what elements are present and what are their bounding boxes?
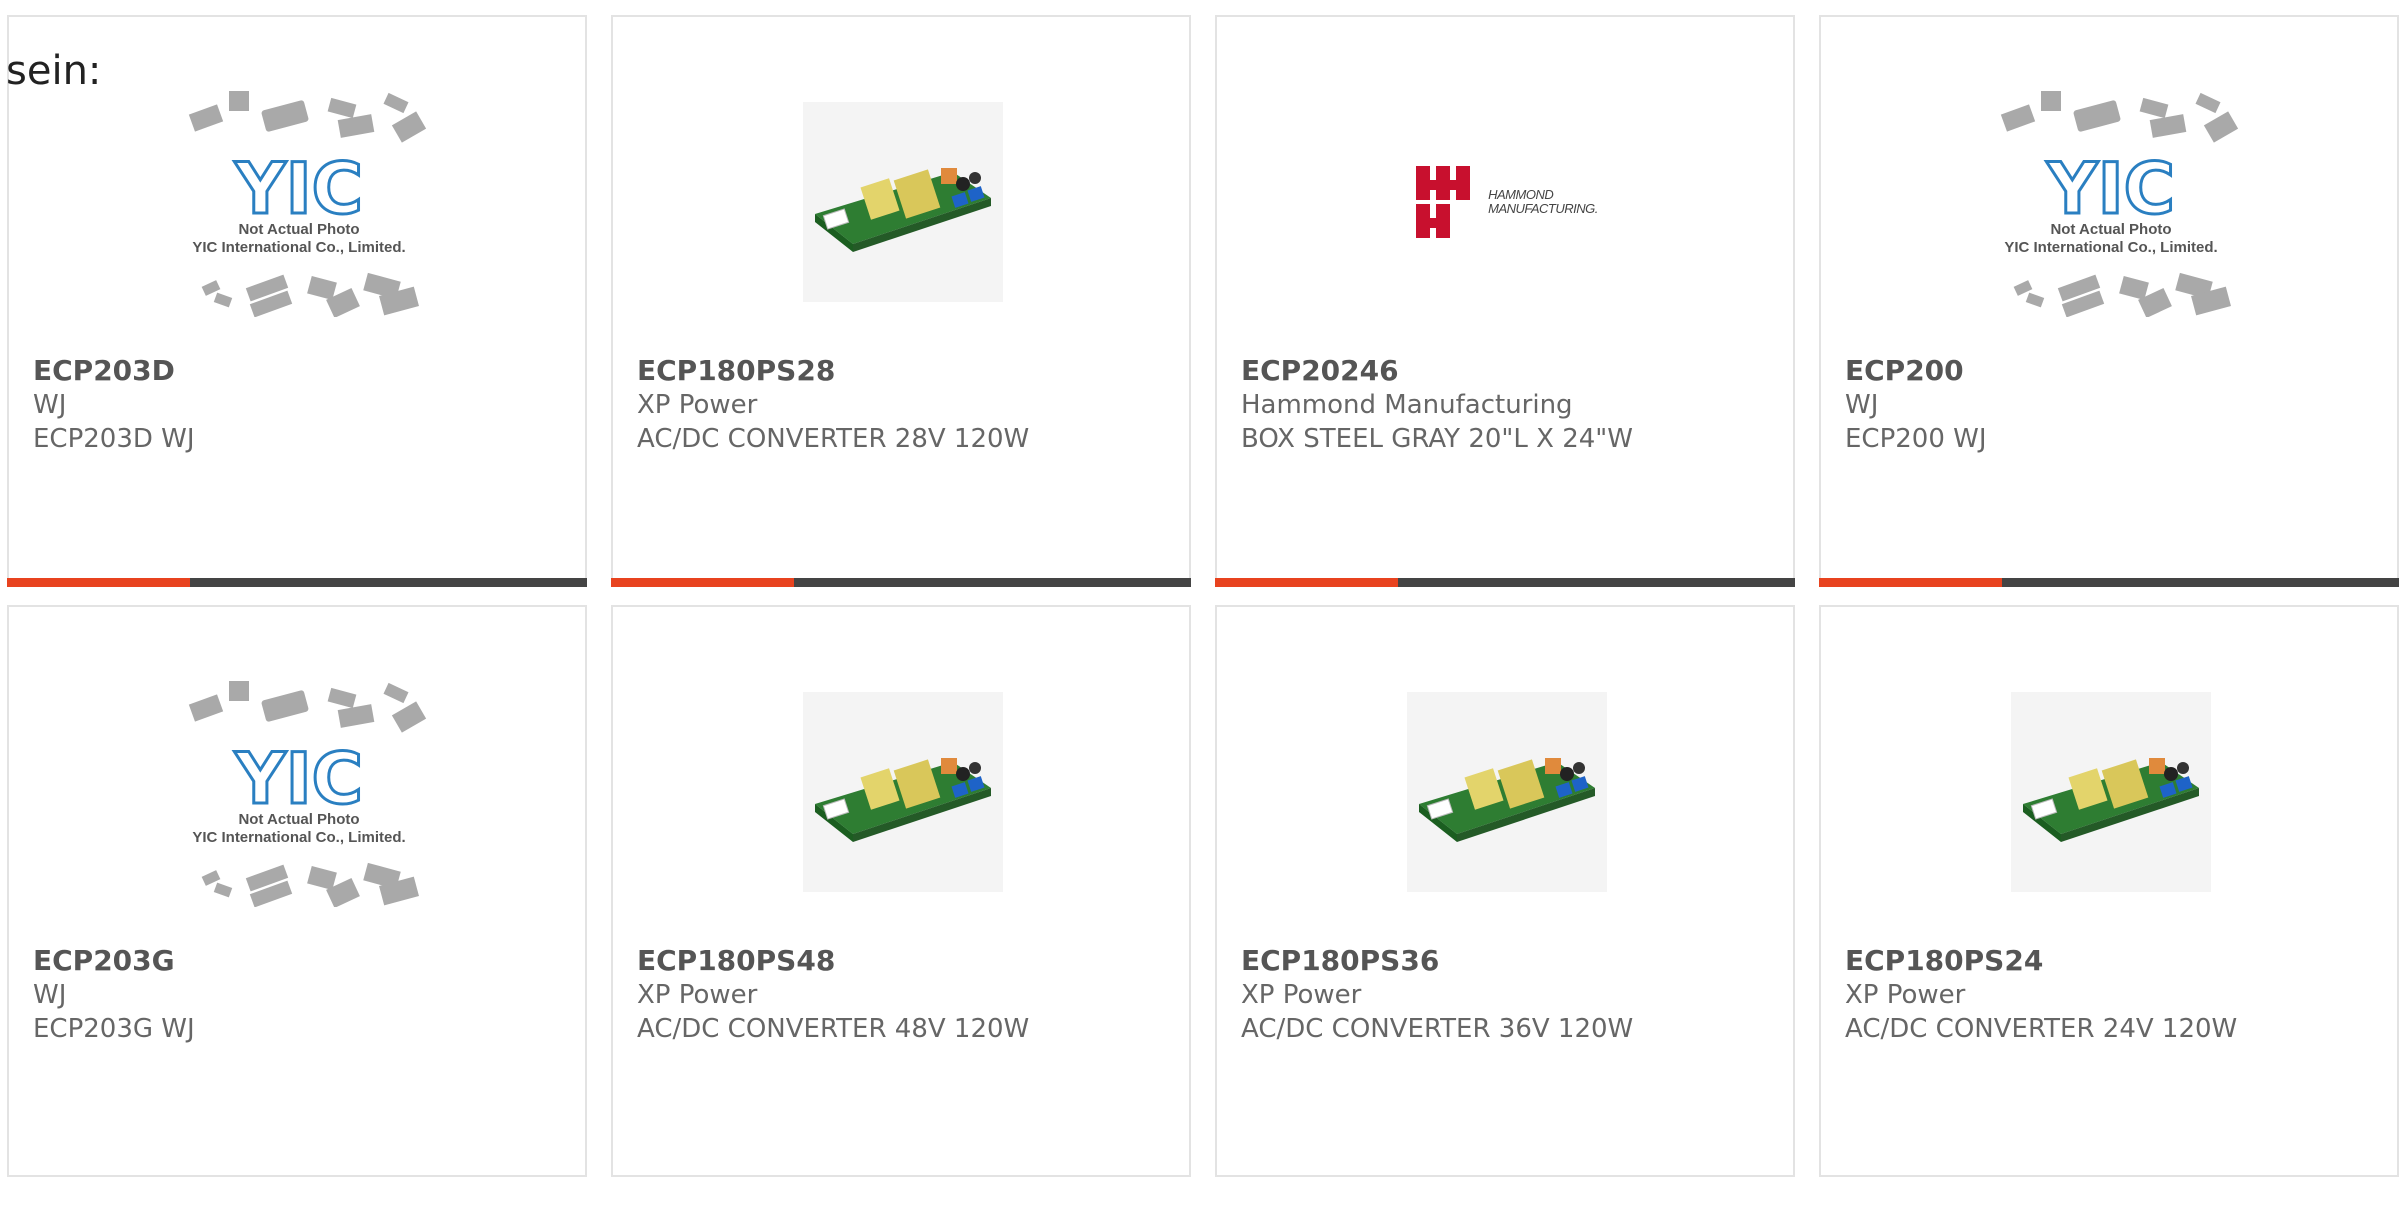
manufacturer: XP Power [1845,980,1966,1010]
description: ECP203G WJ [33,1014,195,1044]
product-image[interactable]: HAMMOND MANUFACTURING. [1367,87,1647,317]
card-accent-bar [1819,578,2399,587]
hammond-mark-icon [1416,166,1471,238]
power-supply-board-image [2011,692,2211,892]
product-card[interactable]: YIC Not Actual Photo YIC International C… [7,15,587,587]
product-image[interactable] [1367,677,1647,907]
description: AC/DC CONVERTER 28V 120W [637,424,1030,454]
description: ECP203D WJ [33,424,195,454]
not-actual-photo-label: Not Actual Photo [238,811,360,828]
power-supply-board-image [1407,692,1607,892]
product-card[interactable]: YIC Not Actual Photo YIC International C… [1819,15,2399,587]
card-accent-bar [1215,578,1795,587]
svg-text:YIC: YIC [234,738,363,820]
product-card[interactable]: HAMMOND MANUFACTURING. ECP20246 Hammond … [1215,15,1795,587]
product-card[interactable]: YIC Not Actual Photo YIC International C… [7,605,587,1177]
part-number[interactable]: ECP203G [33,944,573,978]
manufacturer: WJ [33,390,67,420]
yic-company-label: YIC International Co., Limited. [192,239,406,256]
description: AC/DC CONVERTER 24V 120W [1845,1014,2238,1044]
product-image[interactable] [763,677,1043,907]
manufacturer: XP Power [1241,980,1362,1010]
part-number[interactable]: ECP180PS48 [637,944,1177,978]
part-number[interactable]: ECP20246 [1241,354,1781,388]
part-number[interactable]: ECP203D [33,354,573,388]
hammond-logo-line2: MANUFACTURING. [1488,201,1598,216]
yic-company-label: YIC International Co., Limited. [192,829,406,846]
description: BOX STEEL GRAY 20"L X 24"W [1241,424,1633,454]
product-card[interactable]: ECP180PS36 XP Power AC/DC CONVERTER 36V … [1215,605,1795,1177]
product-image[interactable]: YIC Not Actual Photo YIC International C… [1971,87,2251,317]
yic-company-label: YIC International Co., Limited. [2004,239,2218,256]
manufacturer: Hammond Manufacturing [1241,390,1573,420]
manufacturer: WJ [1845,390,1879,420]
part-number[interactable]: ECP180PS36 [1241,944,1781,978]
description: ECP200 WJ [1845,424,1987,454]
card-accent-bar [611,578,1191,587]
card-accent-bar [7,578,587,587]
product-image[interactable] [763,87,1043,317]
description: AC/DC CONVERTER 36V 120W [1241,1014,1634,1044]
description: AC/DC CONVERTER 48V 120W [637,1014,1030,1044]
power-supply-board-image [803,102,1003,302]
manufacturer: WJ [33,980,67,1010]
part-number[interactable]: ECP180PS24 [1845,944,2385,978]
yic-placeholder-image: YIC Not Actual Photo YIC International C… [159,677,439,907]
product-image[interactable]: YIC Not Actual Photo YIC International C… [159,87,439,317]
not-actual-photo-label: Not Actual Photo [2050,221,2172,238]
not-actual-photo-label: Not Actual Photo [238,221,360,238]
yic-placeholder-image: YIC Not Actual Photo YIC International C… [159,87,439,317]
product-image[interactable]: YIC Not Actual Photo YIC International C… [159,677,439,907]
product-card[interactable]: ECP180PS28 XP Power AC/DC CONVERTER 28V … [611,15,1191,587]
part-number[interactable]: ECP180PS28 [637,354,1177,388]
yic-placeholder-image: YIC Not Actual Photo YIC International C… [1971,87,2251,317]
product-card[interactable]: ECP180PS48 XP Power AC/DC CONVERTER 48V … [611,605,1191,1177]
power-supply-board-image [803,692,1003,892]
manufacturer: XP Power [637,390,758,420]
svg-text:YIC: YIC [234,148,363,230]
hammond-logo-line1: HAMMOND [1488,187,1554,202]
hammond-logo: HAMMOND MANUFACTURING. [1416,166,1598,238]
svg-text:YIC: YIC [2046,148,2175,230]
product-card[interactable]: ECP180PS24 XP Power AC/DC CONVERTER 24V … [1819,605,2399,1177]
part-number[interactable]: ECP200 [1845,354,2385,388]
product-image[interactable] [1971,677,2251,907]
manufacturer: XP Power [637,980,758,1010]
intro-text: sein: [6,48,102,94]
product-grid: YIC Not Actual Photo YIC International C… [7,15,2400,1215]
